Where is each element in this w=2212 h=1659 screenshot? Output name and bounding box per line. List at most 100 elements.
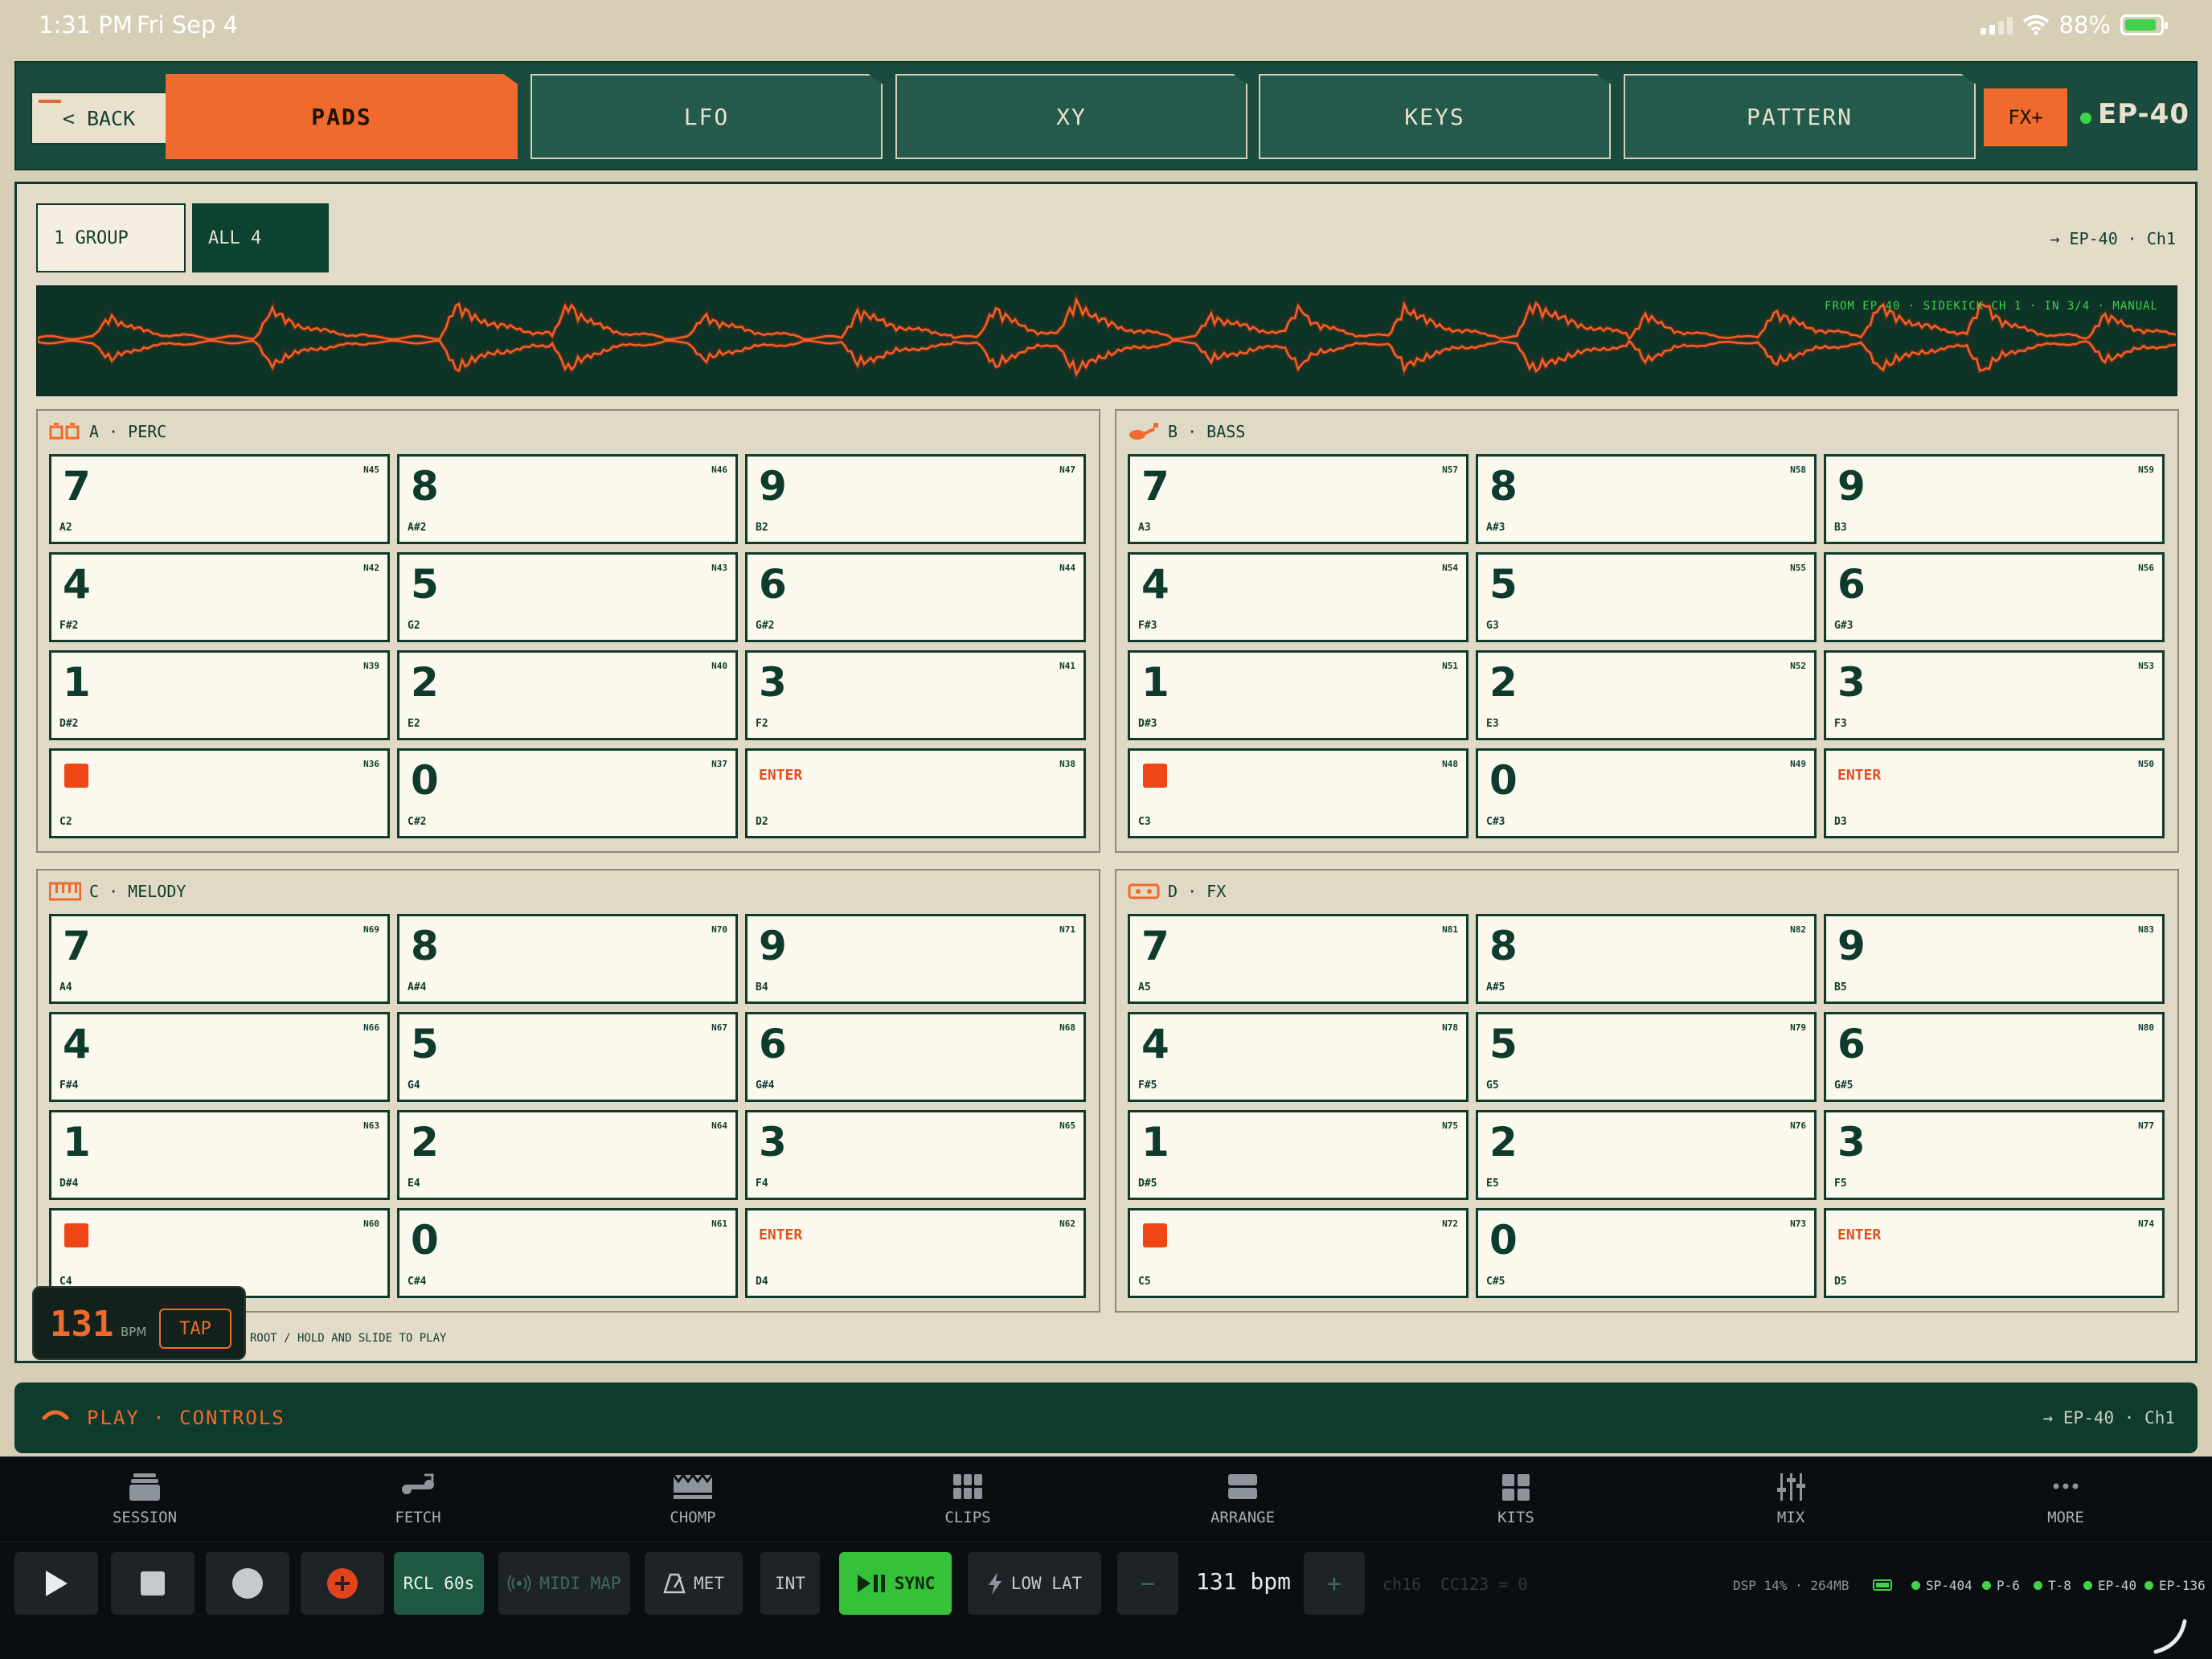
nav-arrange[interactable]: ARRANGE [1162, 1472, 1323, 1526]
pad-fx-2[interactable]: 2 N76 E5 [1476, 1110, 1817, 1200]
tab-pads[interactable]: PADS [166, 74, 518, 159]
play-button[interactable] [14, 1552, 98, 1615]
all-groups-button[interactable]: ALL 4 [192, 203, 329, 272]
pad-fx-6[interactable]: 6 N80 G#5 [1824, 1012, 2165, 1102]
pad-bass-5[interactable]: 5 N55 G3 [1476, 552, 1817, 642]
pad-melody-3[interactable]: 3 N65 F4 [745, 1110, 1086, 1200]
pad-label: 3 [759, 659, 787, 706]
metronome-button[interactable]: MET [645, 1552, 743, 1615]
pad-midi-number: N76 [1790, 1120, 1806, 1131]
pad-fx-8[interactable]: 8 N82 A#5 [1476, 914, 1817, 1004]
pad-label: 6 [759, 1021, 787, 1067]
fx-plus-button[interactable]: FX+ [1984, 88, 2067, 146]
one-group-button[interactable]: 1 GROUP [36, 203, 186, 272]
pad-perc-6[interactable]: 6 N44 G#2 [745, 552, 1086, 642]
pad-melody-4[interactable]: 4 N66 F#4 [49, 1012, 390, 1102]
pad-fx-1[interactable]: 1 N75 D#5 [1128, 1110, 1469, 1200]
back-button[interactable]: < BACK [31, 92, 167, 145]
tab-xy[interactable]: XY [895, 74, 1247, 159]
pad-fx-3[interactable]: 3 N77 F5 [1824, 1110, 2165, 1200]
pad-bass-enter[interactable]: ENTER N50 D3 [1824, 748, 2165, 838]
pad-perc-9[interactable]: 9 N47 B2 [745, 454, 1086, 544]
pad-bass-3[interactable]: 3 N53 F3 [1824, 650, 2165, 740]
pad-melody-2[interactable]: 2 N64 E4 [397, 1110, 738, 1200]
midi-map-button[interactable]: MIDI MAP [498, 1552, 630, 1615]
pad-group-title: D · FX [1128, 882, 1226, 901]
play-icon [46, 1571, 68, 1596]
pad-bass-0[interactable]: 0 N49 C#3 [1476, 748, 1817, 838]
pad-note-name: F#4 [59, 1079, 79, 1092]
pad-melody-enter[interactable]: ENTER N62 D4 [745, 1208, 1086, 1298]
pad-perc-5[interactable]: 5 N43 G2 [397, 552, 738, 642]
pad-midi-number: N79 [1790, 1022, 1806, 1033]
pad-label: 2 [411, 1119, 439, 1165]
pad-bass-2[interactable]: 2 N52 E3 [1476, 650, 1817, 740]
bpm-increase-button[interactable]: + [1304, 1552, 1365, 1615]
pad-note-name: D#2 [59, 718, 79, 730]
stop-icon [141, 1571, 165, 1596]
pad-group-fx: D · FX 7 N81 A5 8 N82 A#5 9 N83 B5 4 N78 F#5 5 N79 G5 6 N… [1115, 869, 2179, 1313]
pad-perc-2[interactable]: 2 N40 E2 [397, 650, 738, 740]
pad-bass-7[interactable]: 7 N57 A3 [1128, 454, 1469, 544]
pad-fx-enter[interactable]: ENTER N74 D5 [1824, 1208, 2165, 1298]
internal-clock-button[interactable]: INT [760, 1552, 820, 1615]
pad-midi-number: N78 [1442, 1022, 1458, 1033]
pad-perc-3[interactable]: 3 N41 F2 [745, 650, 1086, 740]
pad-melody-5[interactable]: 5 N67 G4 [397, 1012, 738, 1102]
pad-melody-6[interactable]: 6 N68 G#4 [745, 1012, 1086, 1102]
pad-melody-7[interactable]: 7 N69 A4 [49, 914, 390, 1004]
record-button[interactable] [301, 1552, 384, 1615]
tab-lfo[interactable]: LFO [530, 74, 883, 159]
nav-more[interactable]: MORE [1985, 1472, 2146, 1526]
pad-melody-1[interactable]: 1 N63 D#4 [49, 1110, 390, 1200]
pad-perc-0[interactable]: 0 N37 C#2 [397, 748, 738, 838]
bpm-decrease-button[interactable]: − [1117, 1552, 1178, 1615]
pad-note-name: D3 [1834, 816, 1847, 828]
pad-bass-4[interactable]: 4 N54 F#3 [1128, 552, 1469, 642]
pad-perc-enter[interactable]: ENTER N38 D2 [745, 748, 1086, 838]
pad-label: 2 [1489, 659, 1518, 706]
pad-melody-9[interactable]: 9 N71 B4 [745, 914, 1086, 1004]
pad-perc-1[interactable]: 1 N39 D#2 [49, 650, 390, 740]
bpm-value: 131 [50, 1304, 114, 1345]
pad-melody-8[interactable]: 8 N70 A#4 [397, 914, 738, 1004]
stop-square-icon [64, 1223, 88, 1247]
nav-kits[interactable]: KITS [1436, 1472, 1596, 1526]
pad-bass-8[interactable]: 8 N58 A#3 [1476, 454, 1817, 544]
pad-note-name: B4 [756, 981, 768, 993]
pad-bass-6[interactable]: 6 N56 G#3 [1824, 552, 2165, 642]
recall-button[interactable]: RCL 60s [394, 1552, 484, 1615]
nav-chomp[interactable]: CHOMP [612, 1472, 773, 1526]
play-controls-bar[interactable]: PLAY · CONTROLS → EP-40 · Ch1 [14, 1382, 2198, 1453]
pad-bass-9[interactable]: 9 N59 B3 [1824, 454, 2165, 544]
pad-bass-stop[interactable]: N48 C3 [1128, 748, 1469, 838]
stop-button[interactable] [111, 1552, 195, 1615]
pad-fx-5[interactable]: 5 N79 G5 [1476, 1012, 1817, 1102]
pad-fx-9[interactable]: 9 N83 B5 [1824, 914, 2165, 1004]
sync-button[interactable]: SYNC [839, 1552, 952, 1615]
pad-fx-stop[interactable]: N72 C5 [1128, 1208, 1469, 1298]
nav-session[interactable]: SESSION [64, 1472, 225, 1526]
waveform-display[interactable]: FROM EP-40 · SIDEKICK CH 1 · IN 3/4 · MA… [36, 285, 2177, 396]
pad-perc-4[interactable]: 4 N42 F#2 [49, 552, 390, 642]
pad-melody-0[interactable]: 0 N61 C#4 [397, 1208, 738, 1298]
pad-midi-number: N66 [363, 1022, 379, 1033]
low-latency-button[interactable]: LOW LAT [968, 1552, 1101, 1615]
nav-clips[interactable]: CLIPS [887, 1472, 1048, 1526]
tab-pattern[interactable]: PATTERN [1624, 74, 1976, 159]
tab-keys[interactable]: KEYS [1259, 74, 1611, 159]
pad-melody-stop[interactable]: N60 C4 [49, 1208, 390, 1298]
pad-perc-stop[interactable]: N36 C2 [49, 748, 390, 838]
pad-perc-8[interactable]: 8 N46 A#2 [397, 454, 738, 544]
pad-fx-7[interactable]: 7 N81 A5 [1128, 914, 1469, 1004]
pad-note-name: D#5 [1138, 1178, 1157, 1190]
nav-fetch[interactable]: FETCH [338, 1472, 498, 1526]
play-hint: ROOT / HOLD AND SLIDE TO PLAY [250, 1332, 447, 1345]
tap-tempo-button[interactable]: TAP [159, 1309, 231, 1349]
pad-bass-1[interactable]: 1 N51 D#3 [1128, 650, 1469, 740]
record-arm-button[interactable] [206, 1552, 289, 1615]
pad-fx-4[interactable]: 4 N78 F#5 [1128, 1012, 1469, 1102]
nav-mix[interactable]: MIX [1710, 1472, 1871, 1526]
pad-fx-0[interactable]: 0 N73 C#5 [1476, 1208, 1817, 1298]
pad-perc-7[interactable]: 7 N45 A2 [49, 454, 390, 544]
